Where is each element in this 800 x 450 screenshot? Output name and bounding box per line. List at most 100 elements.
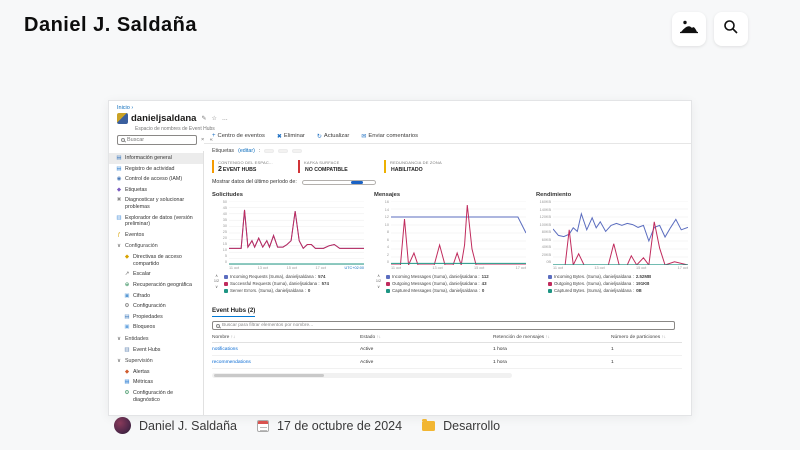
breadcrumb[interactable]: Inicio › (117, 105, 133, 111)
eventhubs-tab[interactable]: Event Hubs (2) (212, 307, 255, 317)
sort-icon: ↑↓ (662, 334, 666, 339)
post-category[interactable]: Desarrollo (443, 419, 500, 433)
mountain-icon (679, 19, 699, 40)
search-icon (723, 19, 739, 40)
sidebar-item[interactable]: ▤ Propiedades (109, 312, 203, 323)
column-header[interactable]: Retención de mensajes ↑↓ (493, 334, 611, 340)
site-logo[interactable]: Daniel J. Saldaña (24, 14, 197, 37)
legend-item[interactable]: Captured Messages (Suma), danieljsaldana… (386, 288, 489, 293)
eventhub-name-link[interactable]: recommendations (212, 360, 360, 365)
sidebar-item-label: Escalar (133, 271, 151, 278)
chart-title: Solicitudes (212, 192, 364, 198)
table-row[interactable]: recommendations Active 1 hora 1 (212, 356, 682, 369)
table-row[interactable]: notifications Active 1 hora 1 (212, 343, 682, 356)
sidebar-item[interactable]: ⚙ Configuración (109, 301, 203, 312)
eventhub-name-link[interactable]: notifications (212, 347, 360, 352)
command-bar: + Centro de eventos ✖ Eliminar ↻ Actuali… (204, 129, 691, 144)
summary-card-title: KAFKA SURFACE (304, 160, 370, 165)
sidebar-item[interactable]: ✖ Diagnosticar y solucionar problemas (109, 195, 203, 212)
table-header-row: Nombre ↑↓Estado ↑↓Retención de mensajes … (212, 334, 682, 343)
sidebar-item[interactable]: ▥ Event Hubs (109, 345, 203, 356)
legend-item[interactable]: Incoming Messages (Suma), danieljsaldana… (386, 274, 489, 279)
sidebar-item[interactable]: ▥ Explorador de datos (versión prelimina… (109, 213, 203, 230)
sidebar-item[interactable]: ↗ Escalar (109, 269, 203, 280)
legend-pager[interactable]: ∧1/2∨ (374, 274, 383, 293)
command-label: Centro de eventos (218, 133, 265, 139)
sidebar-item[interactable]: ∨ Configuración (109, 240, 203, 252)
legend-pager[interactable]: ∧1/2∨ (212, 274, 221, 293)
sidebar-item-icon: ▣ (124, 293, 130, 299)
sidebar-item[interactable]: ▤ Información general (109, 153, 203, 164)
tag-pill[interactable] (264, 149, 274, 153)
tag-pill[interactable] (292, 149, 302, 153)
chart-plot[interactable]: 1614121086420 (391, 201, 526, 265)
search-button[interactable] (714, 12, 748, 46)
time-range-option[interactable] (315, 181, 327, 184)
sidebar-item-icon: ∨ (116, 358, 122, 364)
summary-card-title: CONTENIDO DEL ESPAC... (218, 160, 284, 165)
eventhubs-filter-input[interactable]: Buscar para filtrar elementos por nombre… (212, 321, 675, 330)
sidebar-item[interactable]: ⚙ Configuración de diagnóstico (109, 388, 203, 405)
command-button[interactable]: ✖ Eliminar (277, 133, 305, 140)
command-icon: ✖ (277, 133, 282, 140)
legend-item[interactable]: Incoming Bytes. (Suma), danieljsaldana :… (548, 274, 651, 279)
sidebar-item[interactable]: ƒ Eventos (109, 230, 203, 241)
time-range-option[interactable] (351, 181, 363, 184)
sidebar-item-label: Registro de actividad (125, 166, 174, 173)
theme-mountain-button[interactable] (672, 12, 706, 46)
legend-item[interactable]: Successful Requests (Suma), danieljsalda… (224, 281, 329, 286)
sidebar-item[interactable]: ▣ Cifrado (109, 291, 203, 302)
sidebar-search-input[interactable]: Buscar (117, 135, 197, 145)
sidebar-item[interactable]: ▦ Métricas (109, 377, 203, 388)
column-header[interactable]: Estado ↑↓ (360, 334, 493, 340)
summary-card-title: REDUNDANCIA DE ZONA (390, 160, 456, 165)
legend-item[interactable]: Outgoing Bytes. (Suma), danieljsaldana :… (548, 281, 651, 286)
sidebar-item[interactable]: ▣ Bloqueos (109, 322, 203, 333)
author-name[interactable]: Daniel J. Saldaña (139, 419, 237, 433)
scrollbar-thumb[interactable] (214, 374, 324, 377)
legend-item[interactable]: Captured Bytes. (Suma), danieljsaldana :… (548, 288, 651, 293)
column-header[interactable]: Número de particiones ↑↓ (611, 334, 682, 340)
sort-icon: ↑↓ (377, 334, 381, 339)
command-button[interactable]: ↻ Actualizar (317, 133, 349, 140)
sidebar-item[interactable]: ∨ Entidades (109, 333, 203, 345)
sidebar-item[interactable]: ◉ Control de acceso (IAM) (109, 174, 203, 185)
time-range-option[interactable] (339, 181, 351, 184)
command-label: Enviar comentarios (368, 133, 418, 139)
chart-plot[interactable]: 50454035302520151050 (229, 201, 364, 265)
favorite-star-icon[interactable]: ☆ (212, 115, 217, 122)
sidebar-item-icon: ◉ (116, 176, 122, 182)
time-range-option[interactable] (303, 181, 315, 184)
command-button[interactable]: + Centro de eventos (212, 133, 265, 139)
tags-edit-link[interactable]: (editar) (238, 148, 255, 154)
legend-color-swatch (386, 289, 390, 293)
chart-mensajes: Mensajes 1614121086420 11 oct13 oct15 oc… (374, 192, 526, 293)
legend-item[interactable]: Server Errors. (Suma), danieljsaldana : … (224, 288, 329, 293)
tag-pill[interactable] (278, 149, 288, 153)
more-icon[interactable]: … (222, 116, 228, 122)
chart-y-axis: 1614121086420 (374, 201, 389, 265)
sidebar-item[interactable]: ∨ Supervisión (109, 355, 203, 367)
sidebar-item[interactable]: ⊕ Recuperación geográfica (109, 280, 203, 291)
magnifier-icon (216, 324, 220, 328)
time-range-option[interactable] (363, 181, 375, 184)
table-scrollbar[interactable] (212, 373, 512, 378)
sidebar-item-icon: ◆ (124, 254, 130, 260)
column-header[interactable]: Nombre ↑↓ (212, 334, 360, 340)
chart-y-axis: 50454035302520151050 (212, 201, 227, 265)
time-range-option[interactable] (327, 181, 339, 184)
legend-item[interactable]: Outgoing Messages (Suma), danieljsaldana… (386, 281, 489, 286)
chart-plot[interactable]: 160KB140KB120KB100KB80KB60KB40KB20KB0B (553, 201, 688, 265)
sidebar-item-label: Bloqueos (133, 324, 155, 331)
legend-item[interactable]: Incoming Requests (Suma), danieljsaldana… (224, 274, 329, 279)
sidebar-item[interactable]: ◆ Etiquetas (109, 185, 203, 196)
command-button[interactable]: ✉ Enviar comentarios (361, 133, 418, 140)
sidebar-item[interactable]: ▤ Registro de actividad (109, 164, 203, 175)
edit-icon[interactable]: ✎ (201, 115, 206, 122)
magnifier-icon (121, 138, 125, 142)
sidebar-item[interactable]: ◆ Directivas de acceso compartido (109, 252, 203, 269)
sidebar-item-icon: ∨ (116, 336, 122, 342)
sidebar-item-label: Cifrado (133, 293, 150, 300)
sidebar-item[interactable]: ◆ Alertas (109, 367, 203, 378)
author-avatar[interactable] (114, 417, 131, 434)
